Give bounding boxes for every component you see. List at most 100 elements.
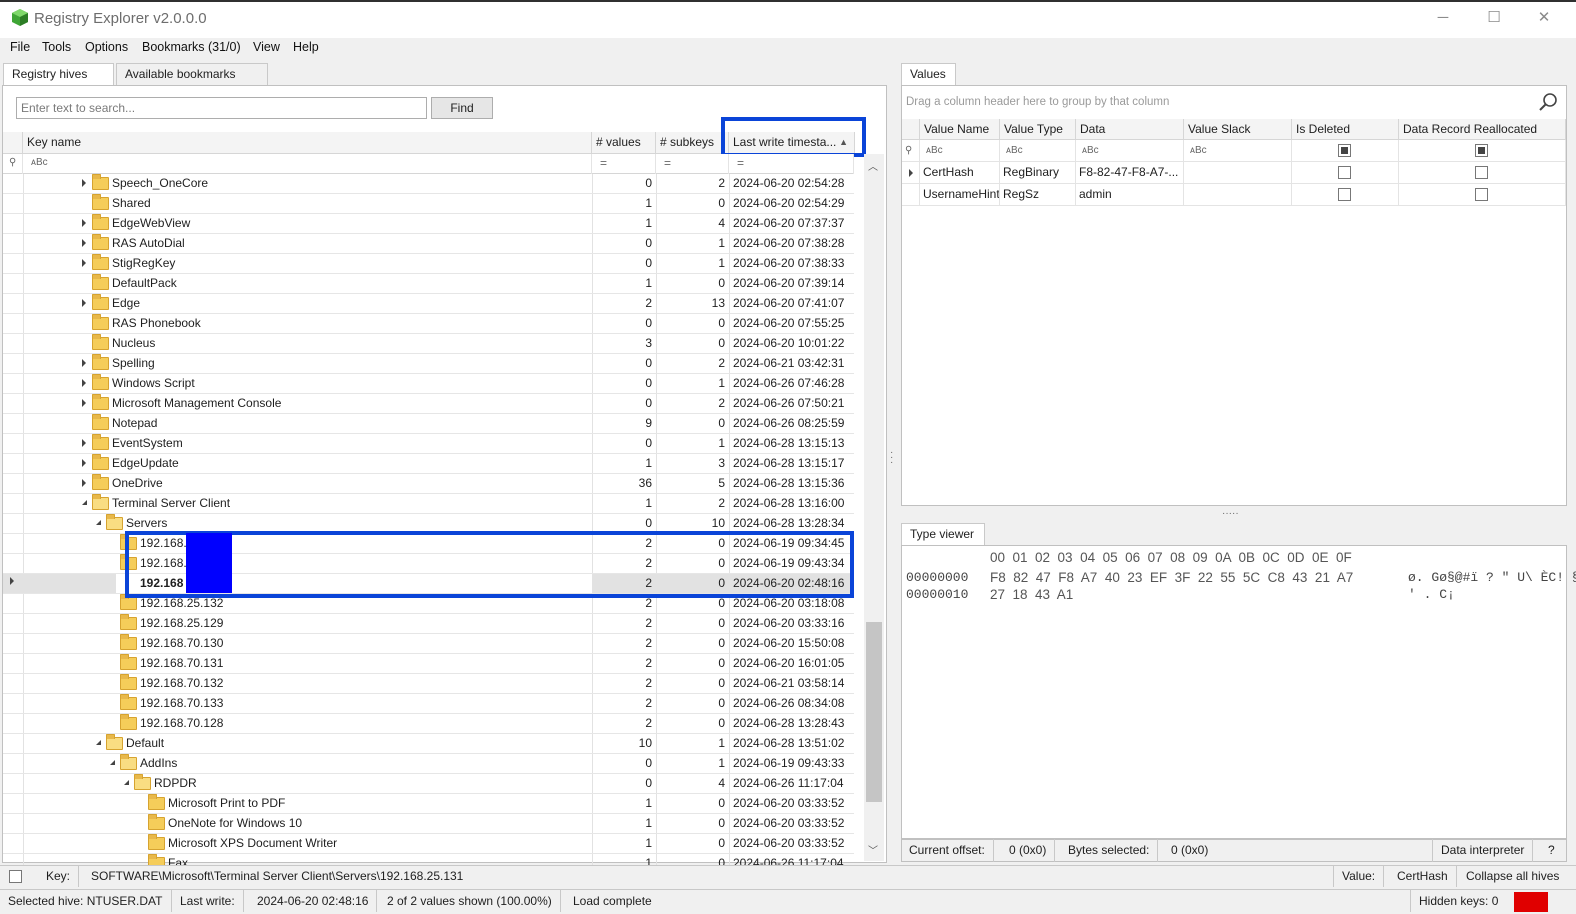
expand-icon[interactable]: [82, 399, 86, 407]
table-row[interactable]: 192.168.70.133 2 0 2024-06-26 08:34:08: [3, 694, 854, 714]
table-row[interactable]: RDPDR 0 4 2024-06-26 11:17:04: [3, 774, 854, 794]
close-button[interactable]: ✕: [1529, 6, 1559, 30]
search-icon[interactable]: [1538, 92, 1558, 112]
scroll-down-icon[interactable]: ﹀: [868, 842, 878, 857]
table-row[interactable]: 192.168.25.129 2 0 2024-06-20 03:33:16: [3, 614, 854, 634]
collapse-icon[interactable]: [82, 500, 87, 505]
expand-icon[interactable]: [82, 359, 86, 367]
collapse-icon[interactable]: [124, 780, 129, 785]
table-row[interactable]: Terminal Server Client 1 2 2024-06-28 13:16…: [3, 494, 854, 514]
reallocated-checkbox[interactable]: [1475, 166, 1488, 179]
is-deleted-checkbox[interactable]: [1338, 188, 1351, 201]
value-row-expander[interactable]: [902, 162, 920, 183]
table-row[interactable]: Edge 2 13 2024-06-20 07:41:07: [3, 294, 854, 314]
col-value-slack[interactable]: Value Slack: [1184, 119, 1292, 140]
table-row[interactable]: Microsoft XPS Document Writer 1 0 2024-06-2…: [3, 834, 854, 854]
col-values[interactable]: # values: [592, 132, 656, 154]
table-row[interactable]: Speech_OneCore 0 2 2024-06-20 02:54:28: [3, 174, 854, 194]
expand-icon[interactable]: [82, 179, 86, 187]
table-row[interactable]: RAS Phonebook 0 0 2024-06-20 07:55:25: [3, 314, 854, 334]
menu-options[interactable]: Options: [85, 40, 128, 54]
col-subkeys[interactable]: # subkeys: [656, 132, 729, 154]
table-row[interactable]: 192.168.70.130 2 0 2024-06-20 15:50:08: [3, 634, 854, 654]
tab-values[interactable]: Values: [901, 63, 956, 85]
horizontal-splitter[interactable]: ·····: [1222, 508, 1239, 519]
table-row[interactable]: Windows Script 0 1 2024-06-26 07:46:28: [3, 374, 854, 394]
help-button[interactable]: ?: [1540, 839, 1563, 862]
collapse-all-hives-button[interactable]: Collapse all hives: [1458, 865, 1567, 887]
table-row[interactable]: EdgeWebView 1 4 2024-06-20 07:37:37: [3, 214, 854, 234]
tab-available-bookmarks[interactable]: Available bookmarks (95/0): [116, 63, 268, 102]
filter-last-write[interactable]: =: [729, 154, 854, 174]
col-value-type[interactable]: Value Type: [1000, 119, 1076, 140]
filter-value-name[interactable]: ᴀBc: [920, 140, 1000, 161]
filter-value-type[interactable]: ᴀBc: [1000, 140, 1076, 161]
expand-icon[interactable]: [82, 259, 86, 267]
data-interpreter-button[interactable]: Data interpreter: [1432, 839, 1534, 862]
hex-bytes[interactable]: F8 82 47 F8 A7 40 23 EF 3F 22 55 5C C8 4…: [990, 570, 1353, 585]
filter-key-name[interactable]: ᴀBc: [23, 154, 592, 174]
filter-is-deleted[interactable]: [1292, 140, 1399, 161]
filter-is-deleted-checkbox[interactable]: [1338, 144, 1351, 157]
menu-file[interactable]: File: [10, 40, 30, 54]
table-row[interactable]: OneDrive 36 5 2024-06-28 13:15:36: [3, 474, 854, 494]
collapse-icon[interactable]: [96, 520, 101, 525]
value-row[interactable]: CertHash RegBinary F8-82-47-F8-A7-...: [902, 162, 1566, 184]
filter-data-record-reallocated[interactable]: [1399, 140, 1566, 161]
collapse-icon[interactable]: [110, 760, 115, 765]
table-row[interactable]: EventSystem 0 1 2024-06-28 13:15:13: [3, 434, 854, 454]
table-row[interactable]: Spelling 0 2 2024-06-21 03:42:31: [3, 354, 854, 374]
expand-icon[interactable]: [82, 459, 86, 467]
maximize-button[interactable]: ☐: [1479, 6, 1509, 30]
table-row[interactable]: Shared 1 0 2024-06-20 02:54:29: [3, 194, 854, 214]
expand-icon[interactable]: [82, 379, 86, 387]
expand-icon[interactable]: [82, 299, 86, 307]
table-row[interactable]: 192.168.70.132 2 0 2024-06-21 03:58:14: [3, 674, 854, 694]
table-row[interactable]: 192.168.70.131 2 0 2024-06-20 16:01:05: [3, 654, 854, 674]
menu-view[interactable]: View: [253, 40, 280, 54]
expand-icon[interactable]: [82, 239, 86, 247]
search-input[interactable]: Enter text to search...: [16, 97, 427, 119]
table-row[interactable]: AddIns 0 1 2024-06-19 09:43:33: [3, 754, 854, 774]
table-row[interactable]: Default 10 1 2024-06-28 13:51:02: [3, 734, 854, 754]
col-key-name[interactable]: Key name: [23, 132, 592, 154]
menu-bookmarks[interactable]: Bookmarks (31/0): [142, 40, 241, 54]
hex-ascii[interactable]: ' . C¡: [1408, 587, 1455, 602]
filter-reallocated-checkbox[interactable]: [1475, 144, 1488, 157]
is-deleted-checkbox[interactable]: [1338, 166, 1351, 179]
key-status-checkbox[interactable]: [9, 870, 22, 883]
find-button[interactable]: Find: [431, 97, 493, 119]
expand-icon[interactable]: [82, 479, 86, 487]
col-data[interactable]: Data: [1076, 119, 1184, 140]
expand-icon[interactable]: [82, 219, 86, 227]
table-row[interactable]: Microsoft Management Console 0 2 2024-06-26…: [3, 394, 854, 414]
scroll-up-icon[interactable]: ︿: [868, 158, 878, 173]
col-data-record-reallocated[interactable]: Data Record Reallocated: [1399, 119, 1566, 140]
table-row[interactable]: StigRegKey 0 1 2024-06-20 07:38:33: [3, 254, 854, 274]
hex-bytes[interactable]: 27 18 43 A1: [990, 587, 1073, 602]
expand-icon[interactable]: [82, 439, 86, 447]
menu-tools[interactable]: Tools: [42, 40, 71, 54]
filter-values[interactable]: =: [592, 154, 656, 174]
table-row[interactable]: DefaultPack 1 0 2024-06-20 07:39:14: [3, 274, 854, 294]
minimize-button[interactable]: ─: [1428, 6, 1458, 30]
value-row[interactable]: UsernameHint RegSz admin: [902, 184, 1566, 206]
table-row[interactable]: Microsoft Print to PDF 1 0 2024-06-20 03:33…: [3, 794, 854, 814]
table-row[interactable]: 192.168.70.128 2 0 2024-06-28 13:28:43: [3, 714, 854, 734]
filter-value-slack[interactable]: ᴀBc: [1184, 140, 1292, 161]
reallocated-checkbox[interactable]: [1475, 188, 1488, 201]
col-is-deleted[interactable]: Is Deleted: [1292, 119, 1399, 140]
collapse-icon[interactable]: [96, 740, 101, 745]
col-value-name[interactable]: Value Name: [920, 119, 1000, 140]
table-row[interactable]: EdgeUpdate 1 3 2024-06-28 13:15:17: [3, 454, 854, 474]
scroll-thumb[interactable]: [866, 622, 882, 802]
hex-ascii[interactable]: ø. Gø§@#ï ? " U\ ÈC! §: [1408, 570, 1576, 585]
table-row[interactable]: OneNote for Windows 10 1 0 2024-06-20 03:33…: [3, 814, 854, 834]
tab-type-viewer[interactable]: Type viewer: [901, 523, 985, 545]
vertical-splitter[interactable]: · · ·: [890, 448, 893, 468]
menu-help[interactable]: Help: [293, 40, 319, 54]
filter-data[interactable]: ᴀBc: [1076, 140, 1184, 161]
tab-registry-hives[interactable]: Registry hives (4): [3, 63, 114, 102]
table-row[interactable]: Notepad 9 0 2024-06-26 08:25:59: [3, 414, 854, 434]
filter-subkeys[interactable]: =: [656, 154, 729, 174]
